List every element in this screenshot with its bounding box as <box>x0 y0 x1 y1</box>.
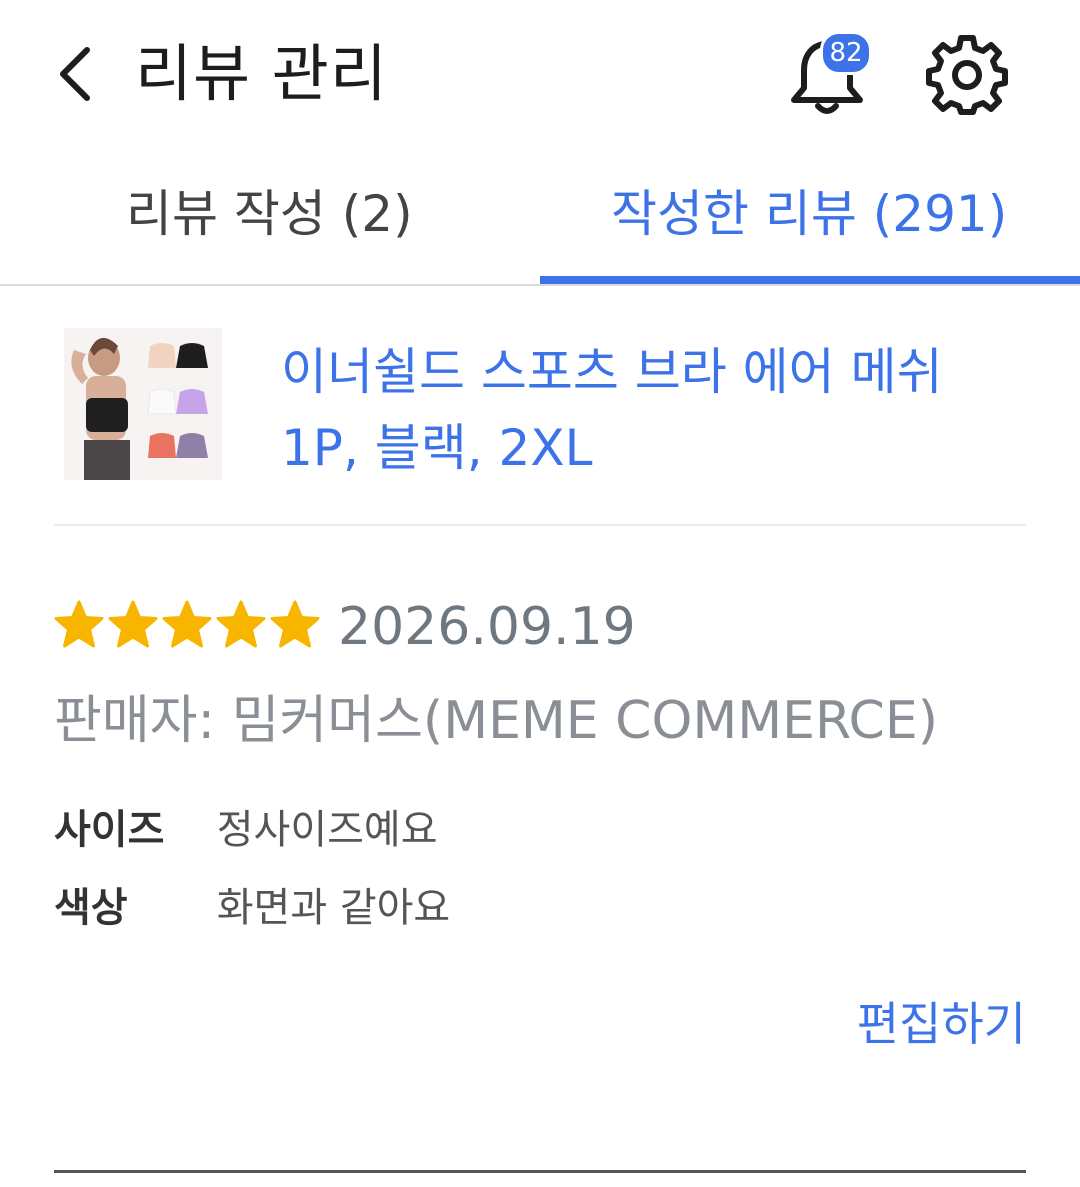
seller-name: 판매자: 밈커머스(MEME COMMERCE) <box>54 691 939 751</box>
review-date: 2026.09.19 <box>338 597 636 657</box>
notification-badge: 82 <box>820 31 872 75</box>
settings-button[interactable] <box>925 32 1009 116</box>
star-icon <box>162 600 212 648</box>
back-arrow-icon <box>60 47 90 101</box>
product-title-link[interactable]: 이너쉴드 스포츠 브라 에어 메쉬 1P, 블랙, 2XL <box>281 334 1001 486</box>
attribute-row-size: 사이즈 정사이즈예요 <box>54 802 438 858</box>
attribute-value: 정사이즈예요 <box>216 807 438 853</box>
back-button[interactable] <box>40 36 110 112</box>
star-icon <box>270 600 320 648</box>
page-title: 리뷰 관리 <box>135 37 388 110</box>
gear-icon <box>926 35 1008 115</box>
tab-write-review[interactable]: 리뷰 작성 (2) <box>126 178 413 250</box>
product-thumbnail[interactable] <box>64 328 222 480</box>
attribute-key: 사이즈 <box>54 807 165 853</box>
app-header: 리뷰 관리 82 <box>0 0 1080 150</box>
active-tab-indicator <box>540 276 1080 284</box>
edit-review-button[interactable]: 편집하기 <box>857 994 1026 1054</box>
product-divider <box>54 524 1026 526</box>
tab-divider <box>0 284 1080 286</box>
star-icon <box>216 600 266 648</box>
tab-written-reviews[interactable]: 작성한 리뷰 (291) <box>611 178 1007 250</box>
section-divider <box>54 1170 1026 1173</box>
attribute-value: 화면과 같아요 <box>216 885 451 931</box>
star-icon <box>108 600 158 648</box>
attribute-key: 색상 <box>54 885 128 931</box>
star-rating <box>52 598 322 658</box>
attribute-row-color: 색상 화면과 같아요 <box>54 880 450 936</box>
star-icon <box>54 600 104 648</box>
review-management-screen: 리뷰 관리 82 리뷰 작성 (2) 작성한 리뷰 (291) 이너쉴드 스포츠… <box>0 0 1080 1187</box>
review-tabs: 리뷰 작성 (2) 작성한 리뷰 (291) <box>0 150 1080 286</box>
